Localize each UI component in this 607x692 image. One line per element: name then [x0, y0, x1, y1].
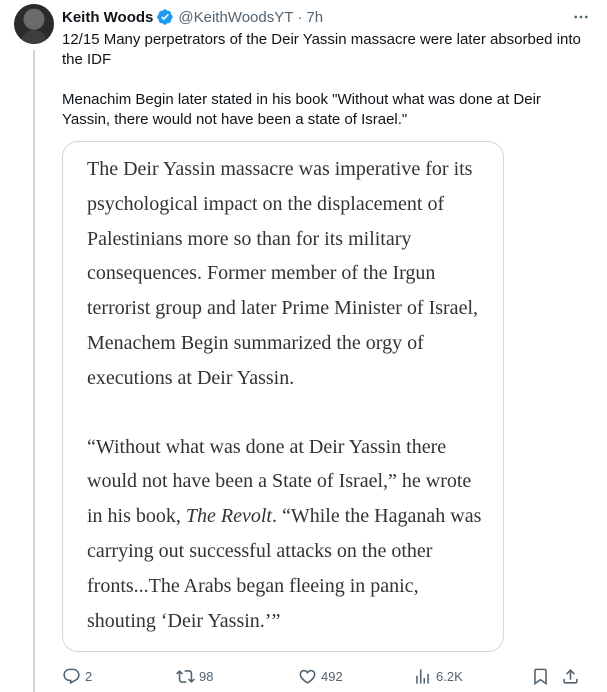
reply-icon — [63, 668, 80, 684]
quote-paragraph-1: The Deir Yassin massacre was imperative … — [87, 158, 478, 389]
tweet-timestamp[interactable]: 7h — [306, 9, 323, 26]
header-separator: · — [297, 8, 303, 26]
like-button[interactable]: 492 — [298, 664, 343, 688]
views-button[interactable]: 6.2K — [413, 664, 463, 688]
tweet-text-line: 12/15 Many perpetrators of the Deir Yass… — [62, 31, 581, 68]
book-title: The Revolt — [185, 505, 272, 528]
reply-count: 2 — [85, 668, 93, 684]
tweet-image-quote[interactable]: The Deir Yassin massacre was imperative … — [62, 141, 504, 652]
like-count: 492 — [321, 668, 343, 684]
repost-count: 98 — [199, 668, 214, 684]
author-name[interactable]: Keith Woods — [62, 9, 153, 26]
author-avatar[interactable] — [14, 4, 54, 44]
bookmark-icon — [534, 668, 547, 685]
reply-button[interactable]: 2 — [62, 664, 92, 688]
tweet-header: Keith Woods @KeithWoodsYT · 7h — [62, 6, 587, 28]
thread-connector-line — [33, 50, 35, 692]
tweet-text: 12/15 Many perpetrators of the Deir Yass… — [62, 30, 587, 130]
repost-icon — [176, 669, 195, 683]
tweet-text-line: Menachim Begin later stated in his book … — [62, 91, 541, 128]
views-chart-icon — [416, 668, 429, 684]
more-options-icon[interactable] — [571, 8, 591, 26]
repost-button[interactable]: 98 — [176, 664, 213, 688]
quote-text-block: The Deir Yassin massacre was imperative … — [87, 152, 487, 638]
author-handle[interactable]: @KeithWoodsYT — [178, 9, 293, 26]
bookmark-button[interactable] — [531, 664, 550, 688]
quote-paragraph-2: “Without what was done at Deir Yassin th… — [87, 430, 487, 639]
share-icon — [563, 668, 578, 684]
share-button[interactable] — [561, 664, 580, 688]
heart-icon — [299, 669, 316, 684]
view-count: 6.2K — [436, 668, 463, 684]
verified-badge-icon — [156, 8, 174, 26]
tweet-actions-bar: 2 98 492 6.2K — [62, 664, 587, 688]
